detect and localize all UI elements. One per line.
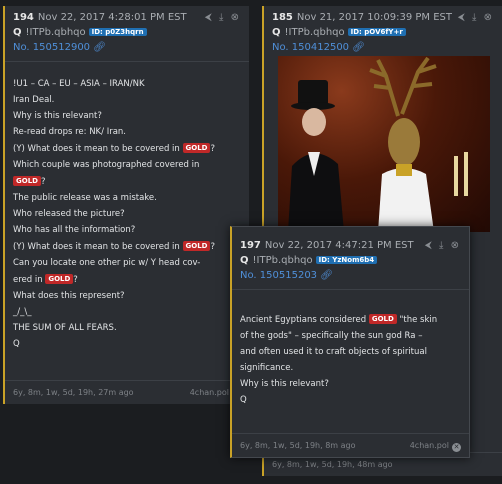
close-icon[interactable]: ⊗ (231, 12, 241, 23)
link-icon[interactable]: 🔗︎ (320, 270, 333, 281)
post-line: Who has all the information? (13, 225, 136, 235)
post-number[interactable]: 194 (13, 12, 34, 23)
post-line: Why is this relevant? (240, 379, 329, 389)
download-icon[interactable]: ⤓ (439, 240, 445, 251)
post-body: Ancient Egyptians considered GOLD "the s… (232, 290, 469, 408)
tripcode: !ITPb.qbhqo (25, 27, 86, 38)
post-image[interactable] (278, 56, 490, 232)
post-line: Why is this relevant? (13, 111, 102, 121)
source-board[interactable]: 4chan.pol (190, 388, 229, 397)
poster-id-badge[interactable]: ID: YzNom6b4 (315, 256, 378, 264)
post-author: Q (240, 255, 249, 266)
gold-highlight: GOLD (182, 143, 211, 153)
post-line: Which couple was photographed covered in (13, 160, 200, 170)
post-line: Who released the picture? (13, 209, 125, 219)
post-link[interactable]: No. 150515203 (240, 270, 317, 281)
post-line: of the gods" – specifically the sun god … (240, 331, 423, 341)
post-line: THE SUM OF ALL FEARS. (13, 323, 117, 333)
post-body: !U1 – CA – EU – ASIA – IRAN/NK Iran Deal… (5, 62, 249, 352)
post-line: GOLD? (13, 173, 241, 190)
close-icon[interactable]: ⊗ (451, 240, 461, 251)
close-icon[interactable]: ⊗ (484, 12, 494, 23)
post-age: 6y, 8m, 1w, 5d, 19h, 27m ago (13, 388, 134, 397)
gold-highlight: GOLD (13, 176, 41, 186)
post-age: 6y, 8m, 1w, 5d, 19h, 8m ago (240, 441, 356, 450)
share-icon[interactable]: ⮜ (458, 12, 467, 23)
post-line: significance. (240, 363, 294, 373)
post-controls: ⮜ ⤓ ⊗ (205, 10, 241, 25)
post-author: Q (272, 27, 281, 38)
post-footer: 6y, 8m, 1w, 5d, 19h, 27m ago 4chan.pol✕ (5, 380, 249, 404)
post-card-194: 194 Nov 22, 2017 4:28:01 PM EST ⮜ ⤓ ⊗ Q !I… (3, 6, 249, 404)
post-line: (Y) What does it mean to be covered in G… (13, 143, 215, 154)
poster-id-badge[interactable]: ID: pOV6fY+r (347, 28, 406, 36)
share-icon[interactable]: ⮜ (425, 240, 434, 251)
post-line: !U1 – CA – EU – ASIA – IRAN/NK (13, 79, 145, 89)
post-controls: ⮜ ⤓ ⊗ (425, 238, 461, 253)
post-card-197: 197 Nov 22, 2017 4:47:21 PM EST ⮜ ⤓ ⊗ Q !I… (230, 226, 470, 458)
close-icon[interactable]: ✕ (452, 443, 461, 452)
post-line: Q (13, 339, 20, 349)
link-icon[interactable]: 🔗︎ (93, 42, 106, 53)
post-line: Can you locate one other pic w/ Y head c… (13, 258, 201, 268)
post-line: Re-read drops re: NK/ Iran. (13, 127, 126, 137)
post-line: (Y) What does it mean to be covered in G… (13, 241, 215, 252)
link-icon[interactable]: 🔗︎ (352, 42, 365, 53)
gold-highlight: GOLD (182, 241, 211, 251)
download-icon[interactable]: ⤓ (472, 12, 478, 23)
gold-highlight: GOLD (368, 314, 397, 324)
post-date: Nov 22, 2017 4:47:21 PM EST (264, 240, 414, 251)
download-icon[interactable]: ⤓ (219, 12, 225, 23)
post-line: The public release was a mistake. (13, 193, 157, 203)
post-link[interactable]: No. 150512900 (13, 42, 90, 53)
post-line: What does this represent? (13, 291, 125, 301)
post-line: Q (240, 395, 247, 405)
share-icon[interactable]: ⮜ (205, 12, 214, 23)
post-line: ered in GOLD? (13, 274, 78, 285)
post-date: Nov 22, 2017 4:28:01 PM EST (37, 12, 187, 23)
post-line: and often used it to craft objects of sp… (240, 347, 427, 357)
post-controls: ⮜ ⤓ ⊗ (458, 10, 494, 25)
post-date: Nov 21, 2017 10:09:39 PM EST (296, 12, 452, 23)
tripcode: !ITPb.qbhqo (284, 27, 345, 38)
gold-highlight: GOLD (45, 274, 74, 284)
post-number[interactable]: 185 (272, 12, 293, 23)
post-line: _/_\_ (13, 307, 32, 317)
post-footer: 6y, 8m, 1w, 5d, 19h, 8m ago 4chan.pol ✕ (232, 433, 469, 457)
post-line: Ancient Egyptians considered GOLD "the s… (240, 314, 438, 325)
tripcode: !ITPb.qbhqo (252, 255, 313, 266)
poster-id-badge[interactable]: ID: p0Z3hqrn (88, 28, 147, 36)
post-number[interactable]: 197 (240, 240, 261, 251)
post-link[interactable]: No. 150412500 (272, 42, 349, 53)
post-author: Q (13, 27, 22, 38)
photo-illustration (288, 56, 468, 232)
post-age: 6y, 8m, 1w, 5d, 19h, 48m ago (272, 460, 393, 469)
post-line: Iran Deal. (13, 95, 55, 105)
source-board[interactable]: 4chan.pol (410, 441, 449, 450)
